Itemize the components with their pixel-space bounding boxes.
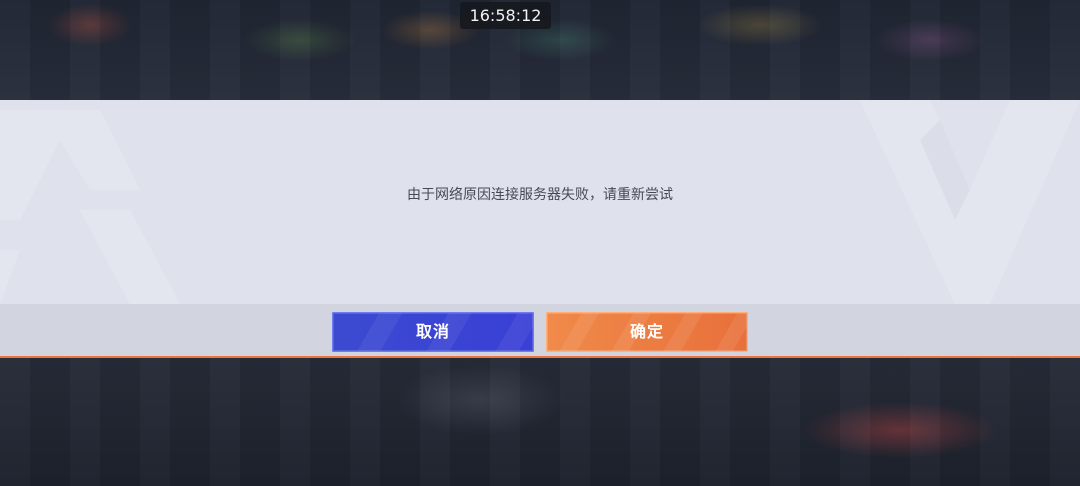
status-clock: 16:58:12 — [460, 2, 551, 29]
dialog-footer: 取消 确定 — [0, 304, 1080, 358]
dialog-body: 由于网络原因连接服务器失败，请重新尝试 — [0, 100, 1080, 304]
network-error-dialog: 由于网络原因连接服务器失败，请重新尝试 取消 确定 — [0, 100, 1080, 358]
cancel-button[interactable]: 取消 — [332, 312, 534, 352]
dialog-message: 由于网络原因连接服务器失败，请重新尝试 — [407, 187, 673, 203]
confirm-button[interactable]: 确定 — [546, 312, 748, 352]
